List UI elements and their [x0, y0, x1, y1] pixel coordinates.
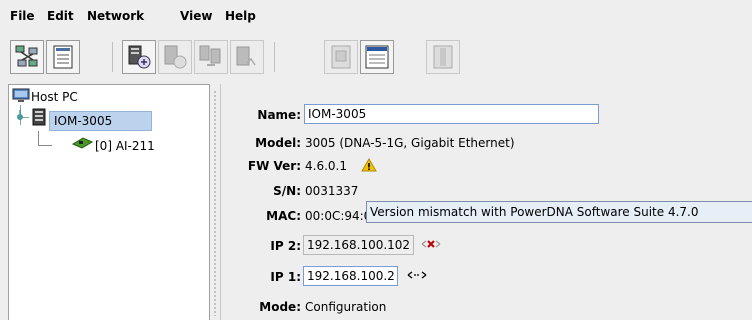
ip2-field[interactable]: 192.168.100.102	[303, 235, 414, 255]
tree-line	[38, 145, 52, 146]
menu-bar: File Edit Network View Help	[0, 0, 752, 30]
properties-button[interactable]	[46, 40, 80, 74]
name-label: Name:	[257, 108, 301, 122]
disconnected-icon	[421, 240, 441, 248]
reconnect-icon	[164, 45, 187, 69]
panel-icon	[433, 45, 453, 69]
device-tree: Host PC IOM-3005 [0] AI-211	[8, 84, 210, 320]
tree-item-host-pc[interactable]: Host PC	[31, 90, 78, 104]
tree-line	[38, 131, 39, 145]
expand-toggle-icon[interactable]	[14, 110, 28, 124]
sn-label: S/N:	[273, 184, 301, 198]
add-device-button[interactable]	[122, 40, 156, 74]
window-button[interactable]	[360, 40, 394, 74]
name-field[interactable]: IOM-3005	[304, 104, 599, 124]
toolbar-separator	[112, 42, 113, 72]
mode-label: Mode:	[259, 300, 301, 314]
panel-button[interactable]	[426, 40, 460, 74]
mac-label: MAC:	[266, 209, 301, 223]
copy-config-icon	[199, 45, 221, 66]
firmware-button[interactable]	[230, 40, 264, 74]
tree-item-device[interactable]: IOM-3005	[49, 111, 152, 131]
splitter-grip	[213, 90, 217, 316]
menu-edit[interactable]: Edit	[47, 9, 74, 23]
network-scan-button[interactable]	[10, 40, 44, 74]
pane-splitter[interactable]	[210, 84, 220, 320]
menu-view[interactable]: View	[180, 9, 212, 23]
connected-icon	[407, 271, 427, 279]
document-button[interactable]	[324, 40, 358, 74]
network-scan-icon	[15, 45, 38, 67]
window-icon	[365, 45, 389, 69]
menu-help[interactable]: Help	[225, 9, 256, 23]
toolbar-separator	[274, 42, 275, 72]
ip1-label: IP 1:	[270, 270, 301, 284]
mode-value: Configuration	[305, 300, 387, 314]
device-icon	[32, 108, 46, 126]
sn-value: 0031337	[305, 184, 359, 198]
copy-config-button[interactable]	[194, 40, 228, 74]
model-label: Model:	[255, 136, 301, 150]
menu-file[interactable]: File	[10, 9, 35, 23]
firmware-icon	[236, 46, 256, 66]
io-board-icon	[71, 137, 93, 149]
tree-item-layer[interactable]: [0] AI-211	[95, 139, 155, 153]
model-value: 3005 (DNA-5-1G, Gigabit Ethernet)	[305, 136, 515, 150]
ip2-label: IP 2:	[270, 239, 301, 253]
computer-icon	[12, 88, 30, 102]
fw-label: FW Ver:	[247, 159, 301, 173]
properties-icon	[53, 45, 73, 69]
fw-value: 4.6.0.1	[305, 159, 347, 173]
toolbar	[0, 30, 752, 82]
add-device-icon	[128, 45, 151, 69]
version-mismatch-tooltip: Version mismatch with PowerDNA Software …	[366, 201, 752, 223]
ip1-field[interactable]: 192.168.100.2	[303, 266, 398, 286]
document-icon	[331, 45, 351, 69]
warning-icon[interactable]	[361, 158, 377, 172]
menu-network[interactable]: Network	[87, 9, 144, 23]
reconnect-button[interactable]	[158, 40, 192, 74]
